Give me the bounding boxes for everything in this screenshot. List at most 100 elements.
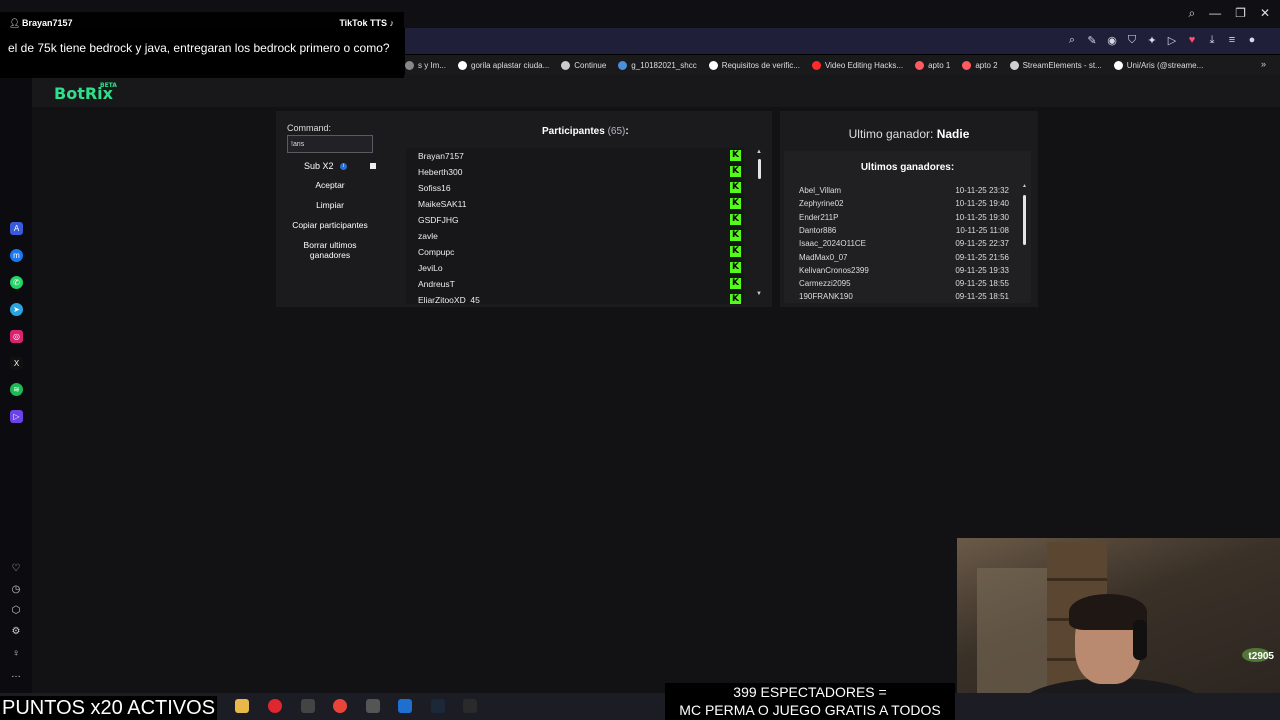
accept-button[interactable]: Aceptar bbox=[287, 177, 373, 193]
participant-row[interactable]: Brayan7157 K bbox=[406, 148, 744, 164]
file-explorer-icon[interactable] bbox=[235, 699, 249, 713]
history-icon[interactable]: ◷ bbox=[9, 584, 23, 598]
sub-x2-label: Sub X2 bbox=[304, 161, 334, 171]
bookmark-label: apto 1 bbox=[928, 60, 951, 70]
player-icon[interactable]: ▷ bbox=[10, 410, 23, 423]
extension-icon[interactable]: ✦ bbox=[1146, 34, 1158, 47]
participant-row[interactable]: EliarZitooXD_45 K bbox=[406, 292, 744, 304]
sub-x2-checkbox[interactable] bbox=[370, 163, 376, 169]
participants-scrollbar[interactable]: ▲ ▼ bbox=[756, 149, 762, 299]
bookmark-item[interactable]: apto 2 bbox=[962, 60, 998, 70]
bookmark-label: apto 2 bbox=[975, 60, 998, 70]
bookmark-label: Continue bbox=[574, 60, 607, 70]
participants-colon: : bbox=[625, 126, 629, 137]
favorites-icon[interactable]: ♡ bbox=[9, 563, 23, 577]
tts-overlay: 👤︎ Brayan7157 TikTok TTS ♪ el de 75k tie… bbox=[0, 12, 404, 78]
participant-row[interactable]: Compupc K bbox=[406, 244, 744, 260]
winner-date: 09-11-25 18:55 bbox=[955, 279, 1009, 289]
camera-icon[interactable]: ◉ bbox=[1106, 34, 1118, 47]
menu-icon[interactable]: ≡ bbox=[1226, 34, 1238, 47]
toolbar-icons: ⌕ ✎ ◉ ⛉ ✦ ▷ ♥ ⤓ ≡ ● bbox=[1066, 34, 1258, 47]
participant-row[interactable]: AndreusT K bbox=[406, 276, 744, 292]
edit-icon[interactable]: ✎ bbox=[1086, 34, 1098, 47]
participant-row[interactable]: Sofiss16 K bbox=[406, 180, 744, 196]
info-icon[interactable]: i bbox=[340, 163, 347, 170]
minimize-button[interactable]: — bbox=[1209, 6, 1221, 21]
delete-winners-button[interactable]: Borrar ultimos ganadores bbox=[287, 237, 373, 261]
epic-games-icon[interactable] bbox=[463, 699, 477, 713]
copy-participants-button[interactable]: Copiar participantes bbox=[287, 217, 373, 233]
recent-winners-title: Ultimos ganadores: bbox=[860, 162, 955, 173]
restore-button[interactable]: ❐ bbox=[1235, 6, 1246, 21]
bookmark-item[interactable]: gorila aplastar ciuda... bbox=[458, 60, 549, 70]
bookmark-icon bbox=[561, 60, 571, 70]
participant-row[interactable]: Heberth300 K bbox=[406, 164, 744, 180]
profile-icon[interactable]: ● bbox=[1246, 34, 1258, 47]
whatsapp-icon[interactable]: ✆ bbox=[10, 276, 23, 289]
bookmark-item[interactable]: Continue bbox=[561, 60, 607, 70]
shield-icon[interactable]: ⛉ bbox=[1126, 34, 1138, 47]
botrix-logo[interactable]: BotRix BETA bbox=[54, 82, 117, 103]
user-icon: 👤︎ bbox=[9, 18, 21, 28]
bookmark-icon bbox=[962, 60, 972, 70]
steam-icon[interactable] bbox=[431, 699, 445, 713]
winner-name: Carmezzi2095 bbox=[799, 279, 851, 289]
opera-icon[interactable] bbox=[268, 699, 282, 713]
participant-row[interactable]: zavle K bbox=[406, 228, 744, 244]
tips-icon[interactable]: ♀ bbox=[9, 648, 23, 662]
search-tabs-icon[interactable]: ⌕ bbox=[1188, 6, 1195, 21]
bookmark-item[interactable]: s y Im... bbox=[405, 60, 446, 70]
participant-name: Sofiss16 bbox=[418, 183, 451, 193]
participant-row[interactable]: JeviLo K bbox=[406, 260, 744, 276]
close-button[interactable]: ✕ bbox=[1260, 6, 1270, 21]
bookmark-item[interactable]: Uni/Aris (@streame... bbox=[1113, 60, 1203, 70]
scroll-down-icon[interactable]: ▼ bbox=[756, 291, 762, 297]
download-icon[interactable]: ⤓ bbox=[1206, 34, 1218, 47]
chrome-icon[interactable] bbox=[333, 699, 347, 713]
bookmarks-more-icon[interactable]: » bbox=[1261, 59, 1266, 69]
app-icon[interactable] bbox=[301, 699, 315, 713]
participant-row[interactable]: MaikeSAK11 K bbox=[406, 196, 744, 212]
winner-date: 10-11-25 19:40 bbox=[955, 199, 1009, 209]
winner-date: 09-11-25 21:56 bbox=[955, 252, 1009, 262]
command-input[interactable] bbox=[287, 135, 373, 153]
app-icon[interactable] bbox=[366, 699, 380, 713]
bookmark-item[interactable]: StreamElements - st... bbox=[1009, 60, 1102, 70]
scroll-up-icon[interactable]: ▲ bbox=[1022, 183, 1027, 189]
settings-icon[interactable]: ⚙ bbox=[9, 626, 23, 640]
winner-date: 09-11-25 18:51 bbox=[955, 292, 1009, 302]
winners-scrollbar[interactable]: ▲ bbox=[1022, 183, 1027, 301]
scroll-thumb[interactable] bbox=[1023, 195, 1026, 245]
participants-title-text: Participantes bbox=[542, 126, 605, 137]
scroll-up-icon[interactable]: ▲ bbox=[756, 149, 762, 155]
messenger-icon[interactable]: m bbox=[10, 249, 23, 262]
instagram-icon[interactable]: ◎ bbox=[10, 330, 23, 343]
participant-row[interactable]: GSDFJHG K bbox=[406, 212, 744, 228]
bookmark-icon bbox=[1009, 60, 1019, 70]
participant-name: Heberth300 bbox=[418, 167, 463, 177]
bookmark-item[interactable]: Video Editing Hacks... bbox=[811, 60, 903, 70]
bookmark-item[interactable]: g_10182021_shcc bbox=[618, 60, 697, 70]
bookmark-icon bbox=[915, 60, 925, 70]
clear-button[interactable]: Limpiar bbox=[287, 197, 373, 213]
more-icon[interactable]: … bbox=[9, 669, 23, 683]
spotify-icon[interactable]: ≋ bbox=[10, 383, 23, 396]
x-icon[interactable]: X bbox=[10, 357, 23, 370]
winner-row: Ender211P 10-11-25 19:30 bbox=[799, 213, 1009, 226]
vscode-icon[interactable] bbox=[398, 699, 412, 713]
winner-row: Carmezzi2095 09-11-25 18:55 bbox=[799, 279, 1009, 292]
telegram-icon[interactable]: ➤ bbox=[10, 303, 23, 316]
heart-icon[interactable]: ♥ bbox=[1186, 34, 1198, 47]
winner-row: Isaac_2024O11CE 09-11-25 22:37 bbox=[799, 239, 1009, 252]
extensions-icon[interactable]: ⬡ bbox=[9, 605, 23, 619]
play-icon[interactable]: ▷ bbox=[1166, 34, 1178, 47]
bookmark-item[interactable]: Requisitos de verific... bbox=[708, 60, 800, 70]
participant-name: GSDFJHG bbox=[418, 215, 459, 225]
search-icon[interactable]: ⌕ bbox=[1066, 34, 1078, 47]
cam-logo: t2905 bbox=[1248, 651, 1274, 662]
scroll-thumb[interactable] bbox=[758, 159, 761, 179]
bookmark-item[interactable]: apto 1 bbox=[915, 60, 951, 70]
winner-date: 10-11-25 11:08 bbox=[955, 225, 1009, 235]
aria-icon[interactable]: A bbox=[10, 222, 23, 235]
participants-count: (65) bbox=[607, 126, 626, 137]
